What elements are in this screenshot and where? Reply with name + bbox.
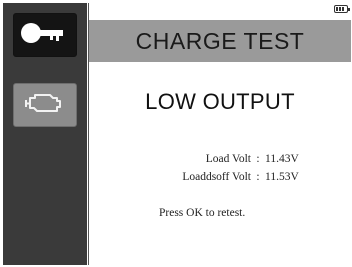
reading-label: Loaddsoff Volt (182, 171, 251, 183)
engine-icon (24, 89, 66, 122)
sidebar (3, 3, 87, 265)
test-result: LOW OUTPUT (145, 89, 295, 114)
title-bar: CHARGE TEST (89, 20, 351, 62)
reading-separator: : (256, 171, 260, 183)
reading-separator: : (256, 153, 260, 165)
reading-value: 11.53V (265, 171, 299, 183)
status-bar (89, 3, 351, 20)
battery-icon (334, 5, 350, 13)
reading-value: 11.43V (265, 153, 299, 165)
reading-loadoff-volt: Loaddsoff Volt : 11.53V (119, 168, 313, 186)
sidebar-item-engine[interactable] (13, 83, 77, 127)
reading-load-volt: Load Volt : 11.43V (119, 150, 313, 168)
sidebar-item-battery-key[interactable] (13, 13, 77, 57)
key-icon (20, 18, 70, 53)
retest-prompt: Press OK to retest. (159, 207, 246, 219)
readings-list: Load Volt : 11.43V Loaddsoff Volt : 11.5… (119, 150, 313, 186)
main-panel: CHARGE TEST LOW OUTPUT Load Volt : 11.43… (88, 3, 351, 265)
device-screen: CHARGE TEST LOW OUTPUT Load Volt : 11.43… (0, 0, 352, 267)
reading-label: Load Volt (205, 153, 251, 165)
page-title: CHARGE TEST (135, 27, 305, 54)
